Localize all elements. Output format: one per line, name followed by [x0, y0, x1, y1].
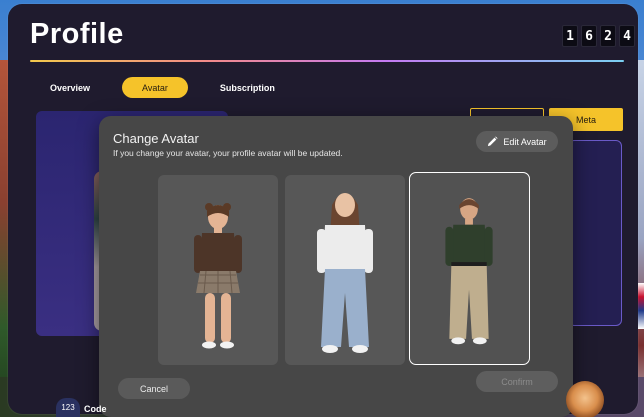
tab-bar: Overview Avatar Subscription [36, 77, 289, 98]
clock-digit: 6 [581, 25, 597, 47]
dialog-subtitle: If you change your avatar, your profile … [113, 148, 343, 158]
page-title: Profile [30, 18, 124, 50]
bottom-label: Code [84, 404, 107, 414]
avatar-figure-1 [194, 203, 242, 349]
user-avatar[interactable] [566, 381, 604, 417]
clock-digit: 4 [619, 25, 635, 47]
clock-digit: 1 [562, 25, 578, 47]
pencil-icon [488, 136, 498, 147]
change-avatar-dialog: Change Avatar If you change your avatar,… [99, 116, 573, 417]
title-divider [30, 60, 624, 62]
tab-overview[interactable]: Overview [36, 77, 104, 98]
clock: 1 6 2 4 [562, 25, 635, 47]
avatar-option-1[interactable] [158, 175, 278, 365]
cancel-button[interactable]: Cancel [118, 378, 190, 399]
avatar-figure-2 [317, 193, 373, 353]
clock-digit: 2 [600, 25, 616, 47]
platform-preview-card [568, 140, 622, 326]
avatar-figure-3 [445, 198, 493, 345]
tab-subscription[interactable]: Subscription [206, 77, 289, 98]
bottom-badge[interactable]: 123 [56, 398, 80, 417]
dialog-title: Change Avatar [113, 131, 199, 146]
edit-avatar-label: Edit Avatar [503, 136, 547, 147]
avatar-option-2[interactable] [285, 175, 405, 365]
avatar-option-3-selected[interactable] [409, 172, 530, 365]
edit-avatar-button[interactable]: Edit Avatar [476, 131, 558, 152]
tab-avatar[interactable]: Avatar [122, 77, 188, 98]
confirm-button[interactable]: Confirm [476, 371, 558, 392]
